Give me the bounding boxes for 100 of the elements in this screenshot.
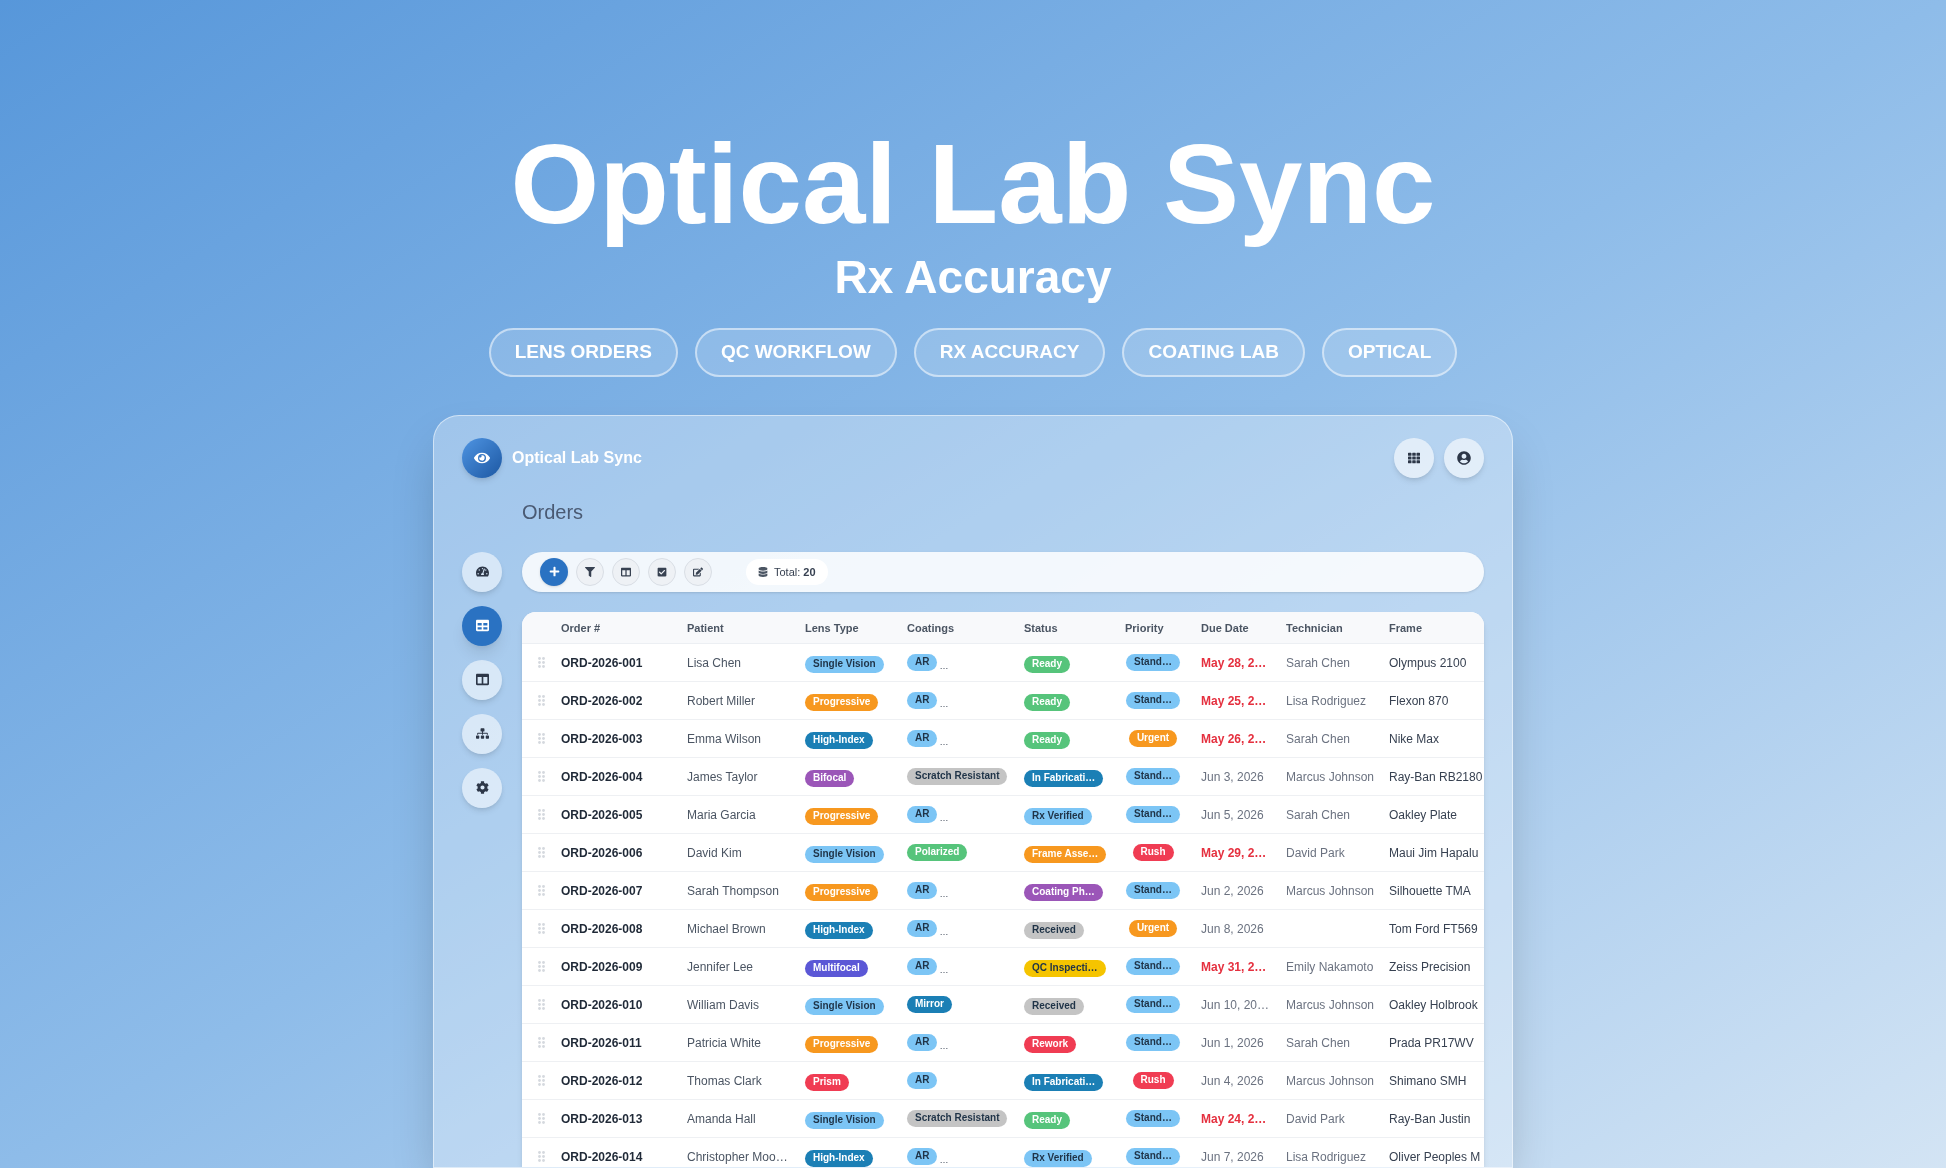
category-tag: RX ACCURACY xyxy=(913,328,1106,377)
column-header: Priority xyxy=(1125,622,1164,635)
page-title: Orders xyxy=(522,500,584,524)
coating-tag: Scratch Resistant xyxy=(907,768,1008,785)
drag-handle-icon[interactable] xyxy=(538,1113,545,1124)
priority-tag: Stand… xyxy=(1126,1148,1180,1165)
drag-handle-icon[interactable] xyxy=(538,923,545,934)
table-cell: Oakley Plate xyxy=(1389,808,1458,823)
table-cell: Lisa Chen xyxy=(687,656,742,671)
table-cell: ORD-2026-004 xyxy=(561,770,643,785)
columns-icon xyxy=(621,567,631,577)
table-cell: Jennifer Lee xyxy=(687,960,754,975)
workflow-nav-button[interactable] xyxy=(462,714,502,754)
user-icon xyxy=(1457,451,1471,465)
column-header: Coatings xyxy=(907,622,955,635)
dashboard-nav-button[interactable] xyxy=(462,552,502,592)
drag-handle-icon[interactable] xyxy=(538,695,545,706)
table-cell: Jun 5, 2026 xyxy=(1201,808,1264,823)
column-header: Status xyxy=(1024,622,1058,635)
more-indicator: … xyxy=(939,966,949,975)
table-cell: May 25, 2… xyxy=(1201,694,1267,709)
drag-handle-icon[interactable] xyxy=(538,847,545,858)
table-cell: ORD-2026-011 xyxy=(561,1036,642,1051)
app-title: Optical Lab Sync xyxy=(512,448,642,468)
table-cell: ORD-2026-012 xyxy=(561,1074,643,1089)
drag-handle-icon[interactable] xyxy=(538,999,545,1010)
drag-handle-icon[interactable] xyxy=(538,1037,545,1048)
orders-nav-button[interactable] xyxy=(462,606,502,646)
lens-type-tag: Single Vision xyxy=(805,846,884,863)
coating-tag: AR xyxy=(907,730,938,747)
table-cell: Marcus Johnson xyxy=(1286,998,1375,1013)
lens-type-tag: Single Vision xyxy=(805,656,884,673)
add-button[interactable] xyxy=(540,558,568,586)
settings-nav-button[interactable] xyxy=(462,768,502,808)
column-header: Frame xyxy=(1389,622,1423,635)
priority-tag: Stand… xyxy=(1126,1110,1180,1127)
table-cell: Ray-Ban RB2180 xyxy=(1389,770,1483,785)
category-tag: LENS ORDERS xyxy=(488,328,678,377)
edit-button[interactable] xyxy=(684,558,712,586)
table-cell: Jun 1, 2026 xyxy=(1201,1036,1264,1051)
table-cell: Jun 2, 2026 xyxy=(1201,884,1264,899)
grid-icon xyxy=(1408,452,1420,464)
drag-handle-icon[interactable] xyxy=(538,961,545,972)
columns-button[interactable] xyxy=(612,558,640,586)
table-cell: Oakley Holbrook xyxy=(1389,998,1478,1013)
table-cell: May 28, 2… xyxy=(1201,656,1267,671)
table-cell: ORD-2026-006 xyxy=(561,846,643,861)
plus-icon xyxy=(548,566,560,578)
more-indicator: … xyxy=(939,1042,949,1051)
table-cell: May 29, 2… xyxy=(1201,846,1267,861)
table-icon xyxy=(475,619,489,633)
table-cell: ORD-2026-010 xyxy=(561,998,643,1013)
filter-button[interactable] xyxy=(576,558,604,586)
drag-handle-icon[interactable] xyxy=(538,657,545,668)
status-tag: Rework xyxy=(1024,1036,1077,1053)
table-cell: Jun 8, 2026 xyxy=(1201,922,1264,937)
drag-handle-icon[interactable] xyxy=(538,771,545,782)
priority-tag: Stand… xyxy=(1126,958,1180,975)
apps-button[interactable] xyxy=(1394,438,1434,478)
more-indicator: … xyxy=(939,738,949,747)
table-cell: Jun 4, 2026 xyxy=(1201,1074,1264,1089)
coating-tag: AR xyxy=(907,1034,938,1051)
drag-handle-icon[interactable] xyxy=(538,885,545,896)
filter-icon xyxy=(585,567,595,577)
more-indicator: … xyxy=(939,928,949,937)
coating-tag: Scratch Resistant xyxy=(907,1110,1008,1127)
checkbox-icon xyxy=(657,567,667,577)
priority-tag: Stand… xyxy=(1126,882,1180,899)
table-cell: Sarah Chen xyxy=(1286,808,1351,823)
board-nav-button[interactable] xyxy=(462,660,502,700)
table-cell: ORD-2026-008 xyxy=(561,922,643,937)
table-cell: May 26, 2… xyxy=(1201,732,1267,747)
drag-handle-icon[interactable] xyxy=(538,1075,545,1086)
database-icon xyxy=(758,567,768,577)
coating-tag: AR xyxy=(907,1148,938,1165)
table-cell: David Park xyxy=(1286,1112,1345,1127)
table-cell: Nike Max xyxy=(1389,732,1439,747)
lens-type-tag: Single Vision xyxy=(805,998,884,1015)
more-indicator: … xyxy=(939,890,949,899)
table-cell: Tom Ford FT569 xyxy=(1389,922,1478,937)
priority-tag: Stand… xyxy=(1126,692,1180,709)
drag-handle-icon[interactable] xyxy=(538,1151,545,1162)
priority-tag: Stand… xyxy=(1126,806,1180,823)
table-cell: May 31, 2… xyxy=(1201,960,1267,975)
coating-tag: AR xyxy=(907,1072,938,1089)
hierarchy-icon xyxy=(475,727,489,741)
column-header: Patient xyxy=(687,622,724,635)
account-button[interactable] xyxy=(1444,438,1484,478)
select-button[interactable] xyxy=(648,558,676,586)
lens-type-tag: Progressive xyxy=(805,1036,879,1053)
coating-tag: AR xyxy=(907,958,938,975)
lens-type-tag: Single Vision xyxy=(805,1112,884,1129)
lens-type-tag: High-Index xyxy=(805,922,873,939)
lens-type-tag: Bifocal xyxy=(805,770,855,787)
drag-handle-icon[interactable] xyxy=(538,809,545,820)
drag-handle-icon[interactable] xyxy=(538,733,545,744)
table-cell: Patricia White xyxy=(687,1036,762,1051)
more-indicator: … xyxy=(939,700,949,709)
coating-tag: AR xyxy=(907,882,938,899)
table-cell: Christopher Moo… xyxy=(687,1150,788,1165)
